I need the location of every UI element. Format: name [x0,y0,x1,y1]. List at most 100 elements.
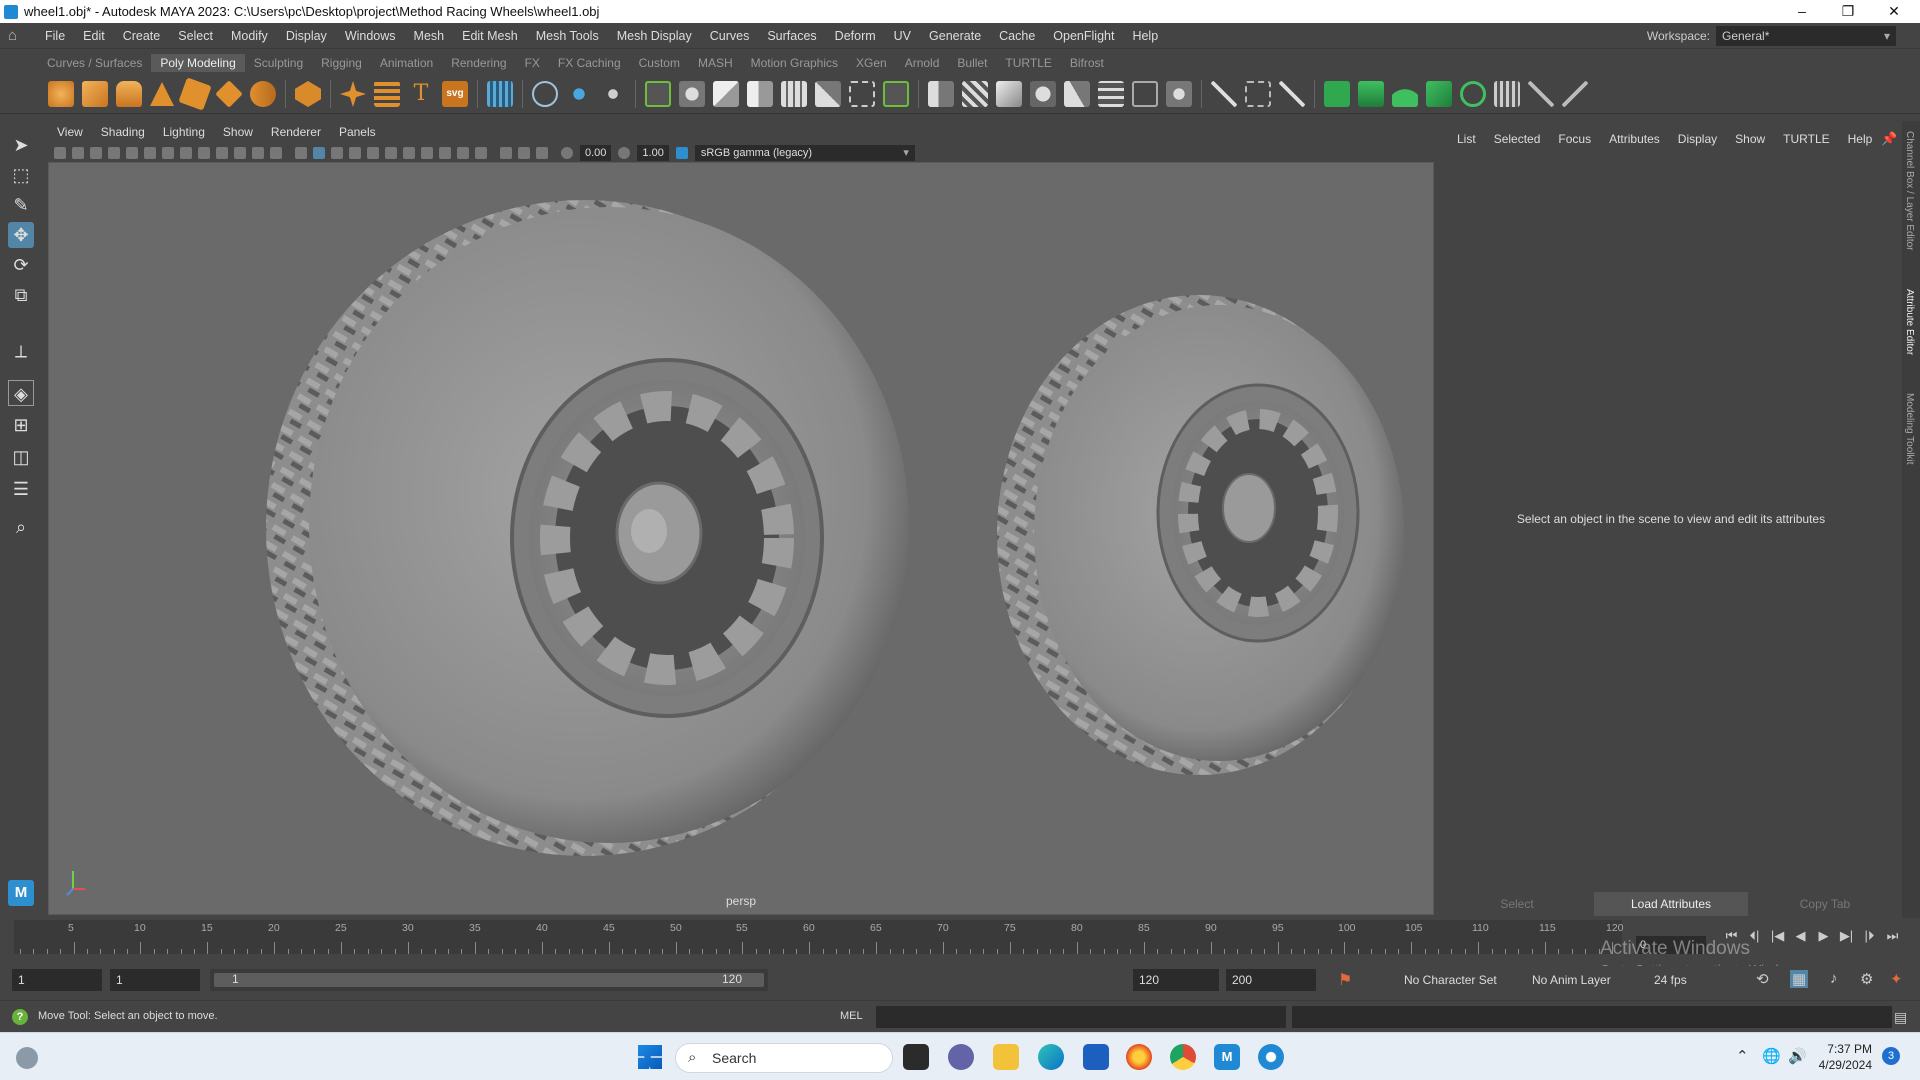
menu-select[interactable]: Select [169,23,222,49]
four-view-layout-icon[interactable]: ⊞ [8,412,34,438]
shelf-tab-xgen[interactable]: XGen [847,54,896,72]
ae-menu-help[interactable]: Help [1839,132,1882,146]
menu-deform[interactable]: Deform [826,23,885,49]
viewport-menu-show[interactable]: Show [214,125,262,139]
gamma-field[interactable]: 1.00 [637,144,669,161]
chrome-icon[interactable] [1170,1044,1196,1070]
menu-uv[interactable]: UV [885,23,920,49]
checker-map-icon[interactable] [1494,81,1520,107]
restore-button[interactable]: ❐ [1826,0,1870,23]
camera-attributes-icon[interactable] [72,146,84,159]
volume-icon[interactable]: 🔊 [1788,1047,1807,1065]
menu-windows[interactable]: Windows [336,23,405,49]
search-icon[interactable]: ⌕ [8,514,34,540]
film-gate-icon[interactable] [180,146,192,159]
shadows-icon[interactable] [385,146,397,159]
auto-key-icon[interactable]: ⚑ [1338,970,1352,990]
shelf-tab-bullet[interactable]: Bullet [948,54,996,72]
shelf-tab-fx[interactable]: FX [516,54,549,72]
shelf-tab-rendering[interactable]: Rendering [442,54,515,72]
poly-disc-icon[interactable] [250,81,276,107]
gamma-icon[interactable] [618,146,631,159]
outliner-layout-icon[interactable]: ☰ [8,476,34,502]
smooth-icon[interactable] [713,81,739,107]
go-to-end-button[interactable]: ⏭ [1881,928,1904,944]
offset-edge-loop-icon[interactable] [996,81,1022,107]
pin-icon[interactable]: 📌 [1881,131,1897,147]
move-tool-icon[interactable]: ✥ [8,222,34,248]
image-plane-icon[interactable] [108,146,120,159]
menu-surfaces[interactable]: Surfaces [758,23,825,49]
uv-editor-icon[interactable] [1324,81,1350,107]
snap-tool-icon[interactable] [566,81,592,107]
separate-icon[interactable] [679,81,705,107]
rotate-tool-icon[interactable]: ⟳ [8,252,34,278]
maya-home-icon[interactable]: M [8,880,34,906]
side-tab-modeling-toolkit[interactable]: Modeling Toolkit [1904,393,1915,465]
system-clock[interactable]: 7:37 PM 4/29/2024 [1808,1041,1872,1073]
workspace-dropdown[interactable]: General* [1716,26,1896,46]
grid-toggle-icon[interactable] [162,146,174,159]
triangulate-icon[interactable] [1132,81,1158,107]
mirror-icon[interactable] [747,81,773,107]
insert-edge-loop-icon[interactable] [928,81,954,107]
shelf-tab-poly-modeling[interactable]: Poly Modeling [151,54,245,72]
scale-tool-icon[interactable]: ⧉ [8,282,34,308]
loop-icon[interactable]: ⟲ [1756,970,1769,988]
gate-mask-icon[interactable] [216,146,228,159]
chat-icon[interactable] [948,1044,974,1070]
ae-menu-turtle[interactable]: TURTLE [1774,132,1838,146]
menu-edit-mesh[interactable]: Edit Mesh [453,23,527,49]
show-manipulator-icon[interactable]: ⟂ [8,338,34,364]
menu-mesh-display[interactable]: Mesh Display [608,23,701,49]
shelf-tab-turtle[interactable]: TURTLE [996,54,1060,72]
single-perspective-layout-icon[interactable]: ◈ [8,380,34,406]
shelf-tab-curves-surfaces[interactable]: Curves / Surfaces [38,54,151,72]
shelf-tab-animation[interactable]: Animation [371,54,442,72]
viewport-menu-panels[interactable]: Panels [330,125,385,139]
menu-display[interactable]: Display [277,23,336,49]
measure-tool-icon[interactable] [532,81,558,107]
use-all-lights-icon[interactable] [367,146,379,159]
two-d-pan-zoom-icon[interactable] [126,146,138,159]
grease-pencil-icon[interactable] [144,146,156,159]
time-ruler[interactable]: 5 10 15 20 25 30 35 40 45 50 55 60 65 70 75 80 85 90 95 100… [14,920,1624,954]
wireframe-on-shaded-icon[interactable] [331,146,343,159]
boolean-icon[interactable] [883,81,909,107]
shelf-tab-mash[interactable]: MASH [689,54,742,72]
range-slider[interactable]: 1 120 [210,969,768,991]
playback-options-icon[interactable]: ✦ [1890,970,1903,988]
ae-menu-attributes[interactable]: Attributes [1600,132,1669,146]
poly-cube-icon[interactable] [82,81,108,107]
animation-preferences-icon[interactable]: ⚙ [1860,970,1873,988]
ambient-occlusion-icon[interactable] [421,146,433,159]
automatic-map-icon[interactable] [1426,81,1452,107]
helix-icon[interactable] [374,81,400,107]
tray-chevron-icon[interactable]: ⌃ [1736,1047,1749,1065]
shelf-tab-bifrost[interactable]: Bifrost [1061,54,1113,72]
task-view-icon[interactable] [903,1044,929,1070]
home-icon[interactable]: ⌂ [8,27,24,44]
select-tool-icon[interactable]: ➤ [8,132,34,158]
minimize-button[interactable]: – [1780,0,1824,23]
menu-help[interactable]: Help [1123,23,1167,49]
poly-plane-icon[interactable] [215,80,243,108]
ae-menu-focus[interactable]: Focus [1549,132,1600,146]
merge-icon[interactable] [1064,81,1090,107]
animation-end-field[interactable]: 200 [1226,969,1316,991]
shelf-tab-motion-graphics[interactable]: Motion Graphics [742,54,847,72]
svg-tool-icon[interactable]: svg [442,81,468,107]
wireframe-icon[interactable] [295,146,307,159]
file-explorer-icon[interactable] [993,1044,1019,1070]
menu-openflight[interactable]: OpenFlight [1044,23,1123,49]
menu-generate[interactable]: Generate [920,23,990,49]
exposure-icon[interactable] [561,146,573,159]
color-management-dropdown[interactable]: sRGB gamma (legacy) [694,144,915,161]
viewport-menu-shading[interactable]: Shading [92,125,154,139]
perspective-viewport[interactable]: persp [48,162,1434,915]
menu-mesh-tools[interactable]: Mesh Tools [527,23,608,49]
copy-tab-button[interactable]: Copy Tab [1748,892,1902,916]
menu-file[interactable]: File [36,23,74,49]
network-icon[interactable]: 🌐 [1762,1047,1781,1065]
shelf-tab-custom[interactable]: Custom [630,54,689,72]
